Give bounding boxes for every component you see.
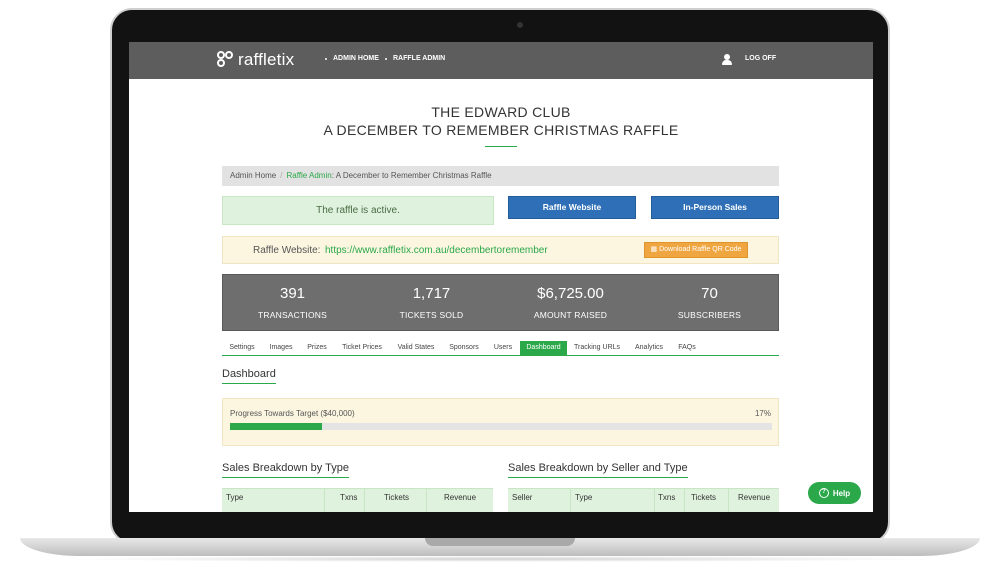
tab-bar: Settings Images Prizes Ticket Prices Val… <box>222 341 779 356</box>
table-header-revenue[interactable]: Revenue <box>738 493 770 502</box>
club-title: THE EDWARD CLUB <box>431 104 571 120</box>
stat-label: TRANSACTIONS <box>258 310 327 320</box>
navbar: raffletix ADMIN HOME RAFFLE ADMIN LOG OF… <box>129 42 873 79</box>
tab-settings[interactable]: Settings <box>222 341 262 355</box>
stat-value: 1,717 <box>412 285 451 302</box>
question-icon: ? <box>818 488 829 498</box>
breadcrumb-separator: / <box>280 171 283 180</box>
tab-faqs[interactable]: FAQs <box>671 341 703 355</box>
raffle-website-button[interactable]: Raffle Website <box>508 196 636 219</box>
stat-value: $6,725.00 <box>537 285 604 302</box>
progress-label: Progress Towards Target ($40,000) <box>230 409 355 418</box>
laptop-notch <box>425 538 575 546</box>
laptop-shadow <box>60 556 940 562</box>
sales-by-seller-heading: Sales Breakdown by Seller and Type <box>508 462 688 478</box>
website-panel: Raffle Website: https://www.raffletix.co… <box>222 236 779 264</box>
breadcrumb-current: : A December to Remember Christmas Raffl… <box>331 171 492 180</box>
table-header-seller[interactable]: Seller <box>512 493 532 502</box>
progress-track <box>230 423 772 430</box>
brand-name: raffletix <box>238 50 295 69</box>
stat-label: TICKETS SOLD <box>399 310 464 320</box>
sales-by-type-heading: Sales Breakdown by Type <box>222 462 349 478</box>
raffle-title: A DECEMBER TO REMEMBER CHRISTMAS RAFFLE <box>323 122 679 138</box>
screen: raffletix ADMIN HOME RAFFLE ADMIN LOG OF… <box>129 42 873 512</box>
stat-label: SUBSCRIBERS <box>677 310 742 320</box>
breadcrumb: Admin Home / Raffle Admin: A December to R… <box>222 166 779 186</box>
bullet-icon <box>385 57 387 60</box>
website-url-link[interactable]: https://www.raffletix.com.au/decembertor… <box>325 245 548 256</box>
table-header-tickets[interactable]: Tickets <box>691 493 716 502</box>
progress-fill <box>230 423 323 430</box>
table-header-tickets[interactable]: Tickets <box>384 493 409 502</box>
table-header-type[interactable]: Type <box>575 493 592 502</box>
tab-images[interactable]: Images <box>262 341 300 355</box>
stats-panel: 391 TRANSACTIONS 1,717 TICKETS SOLD $6,7… <box>222 274 779 331</box>
sales-by-seller-table: Seller Type Txns Tickets Revenue <box>508 488 779 512</box>
stat-value: 70 <box>701 285 718 302</box>
tab-tracking-urls[interactable]: Tracking URLs <box>567 341 627 355</box>
progress-panel: Progress Towards Target ($40,000) 17% <box>222 398 779 446</box>
nav-admin-home-label: ADMIN HOME <box>333 55 379 62</box>
brand-logo[interactable]: raffletix <box>217 50 294 70</box>
title-divider <box>485 146 517 147</box>
qr-icon: ▦ <box>650 246 660 253</box>
tab-users[interactable]: Users <box>486 341 520 355</box>
download-qr-label: Download Raffle QR Code <box>659 246 742 253</box>
tab-valid-states[interactable]: Valid States <box>390 341 442 355</box>
help-button[interactable]: ? Help <box>808 482 861 504</box>
clover-icon <box>217 51 235 69</box>
nav-raffle-admin-label: RAFFLE ADMIN <box>393 55 446 62</box>
bullet-icon <box>325 57 327 60</box>
tab-sponsors[interactable]: Sponsors <box>442 341 486 355</box>
raffle-status: The raffle is active. <box>222 196 494 225</box>
table-header-txns[interactable]: Txns <box>658 493 675 502</box>
user-icon[interactable] <box>722 54 732 66</box>
progress-percent: 17% <box>754 409 771 418</box>
tab-dashboard[interactable]: Dashboard <box>520 341 567 355</box>
website-label: Raffle Website: <box>253 245 321 256</box>
breadcrumb-raffle-admin[interactable]: Raffle Admin <box>286 171 331 180</box>
download-qr-button[interactable]: ▦ Download Raffle QR Code <box>644 242 748 258</box>
tab-ticket-prices[interactable]: Ticket Prices <box>334 341 390 355</box>
nav-admin-home[interactable]: ADMIN HOME <box>325 55 379 62</box>
logoff-link[interactable]: LOG OFF <box>745 55 776 62</box>
dashboard-heading: Dashboard <box>222 368 276 384</box>
in-person-sales-button[interactable]: In-Person Sales <box>651 196 779 219</box>
table-header-revenue[interactable]: Revenue <box>444 493 476 502</box>
help-label: Help <box>832 488 851 498</box>
table-header-txns[interactable]: Txns <box>340 493 357 502</box>
breadcrumb-admin-home[interactable]: Admin Home <box>230 171 276 180</box>
stat-label: AMOUNT RAISED <box>533 310 608 320</box>
stat-value: 391 <box>279 285 306 302</box>
camera <box>517 22 523 28</box>
table-header-type[interactable]: Type <box>226 493 243 502</box>
nav-raffle-admin[interactable]: RAFFLE ADMIN <box>385 55 445 62</box>
tab-prizes[interactable]: Prizes <box>300 341 334 355</box>
tab-analytics[interactable]: Analytics <box>627 341 671 355</box>
sales-by-type-table: Type Txns Tickets Revenue <box>222 488 493 512</box>
